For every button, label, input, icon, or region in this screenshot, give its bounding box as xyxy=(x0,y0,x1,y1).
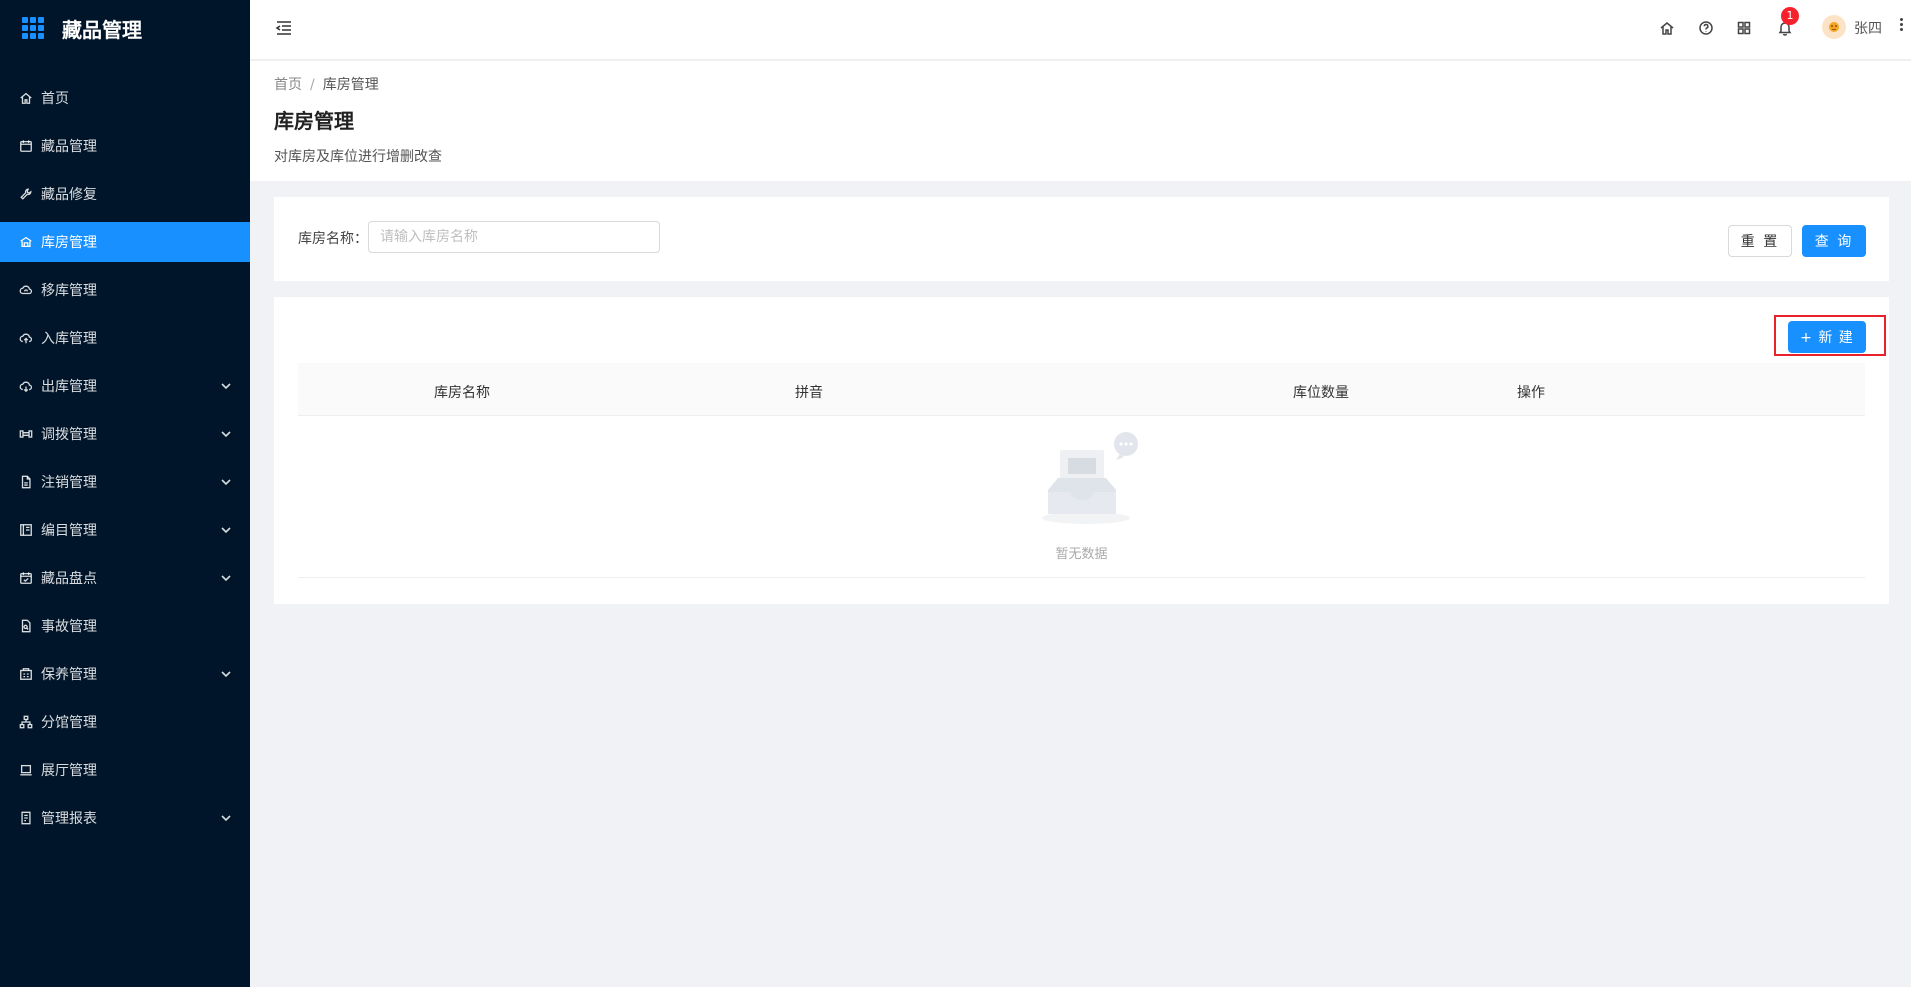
chevron-down-icon xyxy=(220,476,232,488)
laptop-icon xyxy=(18,762,34,778)
sidebar-item-11[interactable]: 事故管理 xyxy=(0,606,250,646)
sidebar-item-8[interactable]: 注销管理 xyxy=(0,462,250,502)
warehouse-icon xyxy=(18,234,34,250)
page-header: 首页 / 库房管理 库房管理 对库房及库位进行增删改查 xyxy=(250,61,1911,181)
sidebar-item-label: 注销管理 xyxy=(41,475,97,491)
chevron-down-icon xyxy=(220,572,232,584)
chevron-down-icon xyxy=(220,428,232,440)
sidebar-item-0[interactable]: 首页 xyxy=(0,78,250,118)
home-icon xyxy=(18,90,34,106)
sidebar-item-label: 库房管理 xyxy=(41,235,97,251)
sidebar-item-label: 出库管理 xyxy=(41,379,97,395)
wrench-icon xyxy=(18,186,34,202)
sidebar-menu: 首页藏品管理藏品修复库房管理移库管理入库管理出库管理调拨管理注销管理编目管理藏品… xyxy=(0,78,250,838)
sidebar-item-4[interactable]: 移库管理 xyxy=(0,270,250,310)
sidebar-item-14[interactable]: 展厅管理 xyxy=(0,750,250,790)
transfer-icon xyxy=(18,426,34,442)
sidebar-item-13[interactable]: 分馆管理 xyxy=(0,702,250,742)
notification-badge: 1 xyxy=(1781,7,1799,25)
empty-text: 暂无数据 xyxy=(1055,547,1108,562)
sidebar-item-label: 调拨管理 xyxy=(41,427,97,443)
warehouse-table: 库房名称 拼音 库位数量 操作 暂无数据 xyxy=(298,363,1865,578)
page-description: 对库房及库位进行增删改查 xyxy=(274,149,442,165)
breadcrumb-home[interactable]: 首页 xyxy=(274,77,302,93)
new-button[interactable]: + 新 建 xyxy=(1788,321,1866,353)
sidebar-item-3[interactable]: 库房管理 xyxy=(0,222,250,262)
report-icon xyxy=(18,810,34,826)
sidebar: 藏品管理 首页 藏品管理 藏品修复 库房管理 移库管理 入库管理 出库管理 调拨管理 注销管理编… xyxy=(0,0,250,987)
sidebar-item-label: 首页 xyxy=(41,91,69,107)
chevron-down-icon xyxy=(220,812,232,824)
table-header: 库房名称 拼音 库位数量 操作 xyxy=(298,363,1865,416)
more-vertical-icon[interactable] xyxy=(1898,16,1904,36)
sidebar-item-label: 藏品盘点 xyxy=(41,571,97,587)
sidebar-item-12[interactable]: 保养管理 xyxy=(0,654,250,694)
calendar-icon xyxy=(18,138,34,154)
sidebar-item-label: 保养管理 xyxy=(41,667,97,683)
table-card: + 新 建 库房名称 拼音 库位数量 操作 暂无数据 xyxy=(274,297,1889,604)
avatar[interactable] xyxy=(1822,15,1846,39)
column-header-slot-count: 库位数量 xyxy=(1293,385,1349,401)
sidebar-item-1[interactable]: 藏品管理 xyxy=(0,126,250,166)
sidebar-item-9[interactable]: 编目管理 xyxy=(0,510,250,550)
help-icon[interactable] xyxy=(1698,20,1714,36)
breadcrumb-separator: / xyxy=(310,77,315,93)
sidebar-item-6[interactable]: 出库管理 xyxy=(0,366,250,406)
chevron-down-icon xyxy=(220,380,232,392)
top-header: 1 张四 xyxy=(250,0,1911,60)
table-empty-state: 暂无数据 xyxy=(298,416,1865,578)
sidebar-item-label: 事故管理 xyxy=(41,619,97,635)
page-title: 库房管理 xyxy=(274,109,354,133)
warehouse-name-input[interactable] xyxy=(368,221,660,253)
catalog-icon xyxy=(18,522,34,538)
chevron-down-icon xyxy=(220,524,232,536)
query-button[interactable]: 查 询 xyxy=(1802,225,1866,257)
menu-fold-icon[interactable] xyxy=(274,18,294,38)
sidebar-item-10[interactable]: 藏品盘点 xyxy=(0,558,250,598)
maintenance-icon xyxy=(18,666,34,682)
warehouse-name-label: 库房名称： xyxy=(298,231,368,247)
file-icon xyxy=(18,474,34,490)
sidebar-item-label: 管理报表 xyxy=(41,811,97,827)
column-header-actions: 操作 xyxy=(1517,385,1545,401)
apps-grid-icon xyxy=(22,17,44,39)
sidebar-item-15[interactable]: 管理报表 xyxy=(0,798,250,838)
home-icon[interactable] xyxy=(1659,20,1675,36)
sidebar-item-label: 移库管理 xyxy=(41,283,97,299)
sidebar-item-label: 展厅管理 xyxy=(41,763,97,779)
sidebar-item-5[interactable]: 入库管理 xyxy=(0,318,250,358)
file-search-icon xyxy=(18,618,34,634)
sidebar-item-label: 编目管理 xyxy=(41,523,97,539)
sidebar-item-label: 分馆管理 xyxy=(41,715,97,731)
logo[interactable]: 藏品管理 xyxy=(0,0,250,56)
breadcrumb-current: 库房管理 xyxy=(322,77,379,93)
username[interactable]: 张四 xyxy=(1854,18,1882,38)
calendar-check-icon xyxy=(18,570,34,586)
sidebar-item-2[interactable]: 藏品修复 xyxy=(0,174,250,214)
column-header-pinyin: 拼音 xyxy=(795,385,823,401)
search-form: 库房名称： 重 置 查 询 xyxy=(274,197,1889,281)
cloud-sync-icon xyxy=(18,282,34,298)
sidebar-item-label: 藏品管理 xyxy=(41,139,97,155)
apps-icon[interactable] xyxy=(1736,20,1752,36)
breadcrumb: 首页 / 库房管理 xyxy=(274,74,379,94)
org-chart-icon xyxy=(18,714,34,730)
cloud-download-icon xyxy=(18,378,34,394)
cloud-upload-icon xyxy=(18,330,34,346)
reset-button[interactable]: 重 置 xyxy=(1728,225,1792,257)
app-title: 藏品管理 xyxy=(62,17,142,42)
sidebar-item-label: 入库管理 xyxy=(41,331,97,347)
chevron-down-icon xyxy=(220,668,232,680)
column-header-name: 库房名称 xyxy=(434,385,490,401)
sidebar-item-label: 藏品修复 xyxy=(41,187,97,203)
empty-inbox-icon xyxy=(1042,432,1138,524)
sidebar-item-7[interactable]: 调拨管理 xyxy=(0,414,250,454)
